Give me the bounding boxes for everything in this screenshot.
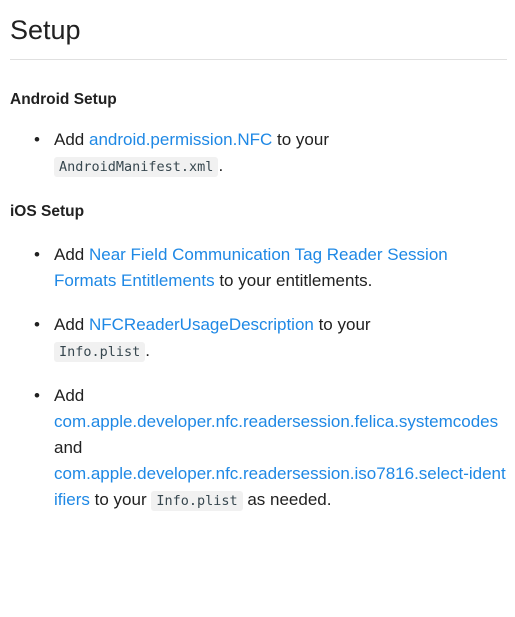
info-plist-code: Info.plist — [54, 342, 146, 362]
title-divider — [10, 59, 507, 60]
android-setup-heading: Android Setup — [10, 91, 117, 108]
item-suffix: as needed. — [242, 490, 332, 509]
bullet-icon: • — [34, 386, 40, 405]
android-permission-nfc-link[interactable]: android.permission.NFC — [89, 130, 272, 149]
bullet-icon: • — [34, 315, 40, 334]
item-suffix: to your entitlements. — [214, 271, 373, 290]
item-middle: to your — [89, 490, 152, 509]
list-item: • Add NFCReaderUsageDescription to your … — [10, 312, 507, 365]
list-item: • Add android.permission.NFC to your And… — [10, 127, 507, 180]
list-item: • Add com.apple.developer.nfc.readersess… — [10, 383, 507, 514]
page-title: Setup — [10, 15, 81, 45]
ios-setup-list: • Add Near Field Communication Tag Reade… — [10, 242, 507, 514]
felica-systemcodes-link[interactable]: com.apple.developer.nfc.readersession.fe… — [54, 412, 498, 431]
item-prefix: Add — [54, 315, 89, 334]
bullet-icon: • — [34, 130, 40, 149]
setup-page: Setup Android Setup • Add android.permis… — [0, 0, 515, 617]
item-prefix: Add — [54, 130, 89, 149]
info-plist-code: Info.plist — [151, 491, 243, 511]
item-suffix: . — [145, 341, 151, 360]
item-prefix: Add — [54, 386, 85, 405]
nfc-reader-usage-description-link[interactable]: NFCReaderUsageDescription — [89, 315, 314, 334]
android-setup-list: • Add android.permission.NFC to your And… — [10, 127, 507, 180]
item-and: and — [54, 438, 83, 457]
item-prefix: Add — [54, 245, 89, 264]
item-middle: to your — [272, 130, 329, 149]
item-suffix: . — [218, 156, 224, 175]
android-manifest-code: AndroidManifest.xml — [54, 157, 219, 177]
item-middle: to your — [313, 315, 371, 334]
list-item: • Add Near Field Communication Tag Reade… — [10, 242, 507, 294]
ios-setup-heading: iOS Setup — [10, 203, 85, 220]
bullet-icon: • — [34, 245, 40, 264]
